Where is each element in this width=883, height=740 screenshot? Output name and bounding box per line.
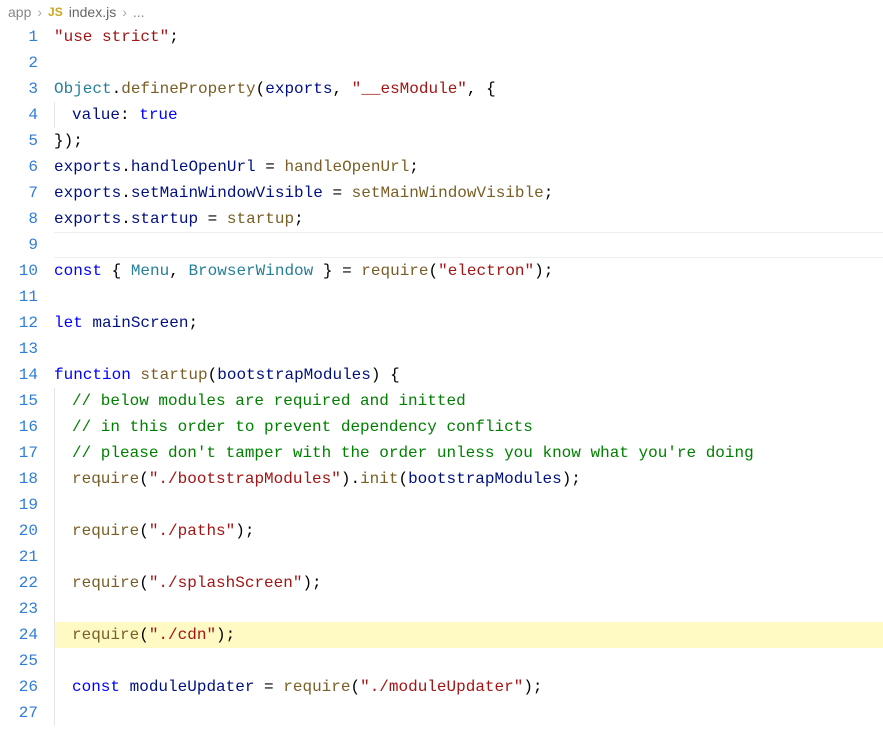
line-number[interactable]: 13 (0, 336, 38, 362)
chevron-right-icon: › (37, 4, 42, 20)
code-line (54, 50, 883, 76)
code-line: const { Menu, BrowserWindow } = require(… (54, 258, 883, 284)
code-line: Object.defineProperty(exports, "__esModu… (54, 76, 883, 102)
code-editor[interactable]: 1234567891011121314151617181920212223242… (0, 24, 883, 726)
line-number[interactable]: 1 (0, 24, 38, 50)
hint-dots-icon: ... (90, 468, 111, 494)
code-line (54, 700, 883, 726)
code-line (54, 596, 883, 622)
breadcrumb[interactable]: app › JS index.js › ... (0, 0, 883, 24)
code-line: }); (54, 128, 883, 154)
code-line: require("./paths"); (54, 518, 883, 544)
code-line (54, 284, 883, 310)
breadcrumb-folder[interactable]: app (8, 4, 31, 20)
line-number[interactable]: 20 (0, 518, 38, 544)
line-number[interactable]: 17 (0, 440, 38, 466)
chevron-right-icon: › (122, 4, 127, 20)
line-number[interactable]: 12 (0, 310, 38, 336)
code-area[interactable]: "use strict"; Object.defineProperty(expo… (54, 24, 883, 726)
line-number[interactable]: 9 (0, 232, 38, 258)
js-file-icon: JS (48, 5, 63, 19)
line-number[interactable]: 19 (0, 492, 38, 518)
line-number[interactable]: 23 (0, 596, 38, 622)
line-number[interactable]: 25 (0, 648, 38, 674)
line-number[interactable]: 15 (0, 388, 38, 414)
line-number[interactable]: 24 (0, 622, 38, 648)
code-line (54, 544, 883, 570)
code-line: const moduleUpdater = require("./moduleU… (54, 674, 883, 700)
line-number[interactable]: 10 (0, 258, 38, 284)
code-line: let mainScreen; (54, 310, 883, 336)
code-line: // please don't tamper with the order un… (54, 440, 883, 466)
code-line: exports.startup = startup; (54, 206, 883, 232)
line-number[interactable]: 16 (0, 414, 38, 440)
code-line-highlighted: require("./cdn"); (54, 622, 883, 648)
code-line (54, 336, 883, 362)
line-number[interactable]: 6 (0, 154, 38, 180)
code-line (54, 492, 883, 518)
code-line: require("./splashScreen"); (54, 570, 883, 596)
line-number[interactable]: 5 (0, 128, 38, 154)
code-line (54, 232, 883, 258)
code-line: // below modules are required and initte… (54, 388, 883, 414)
line-number[interactable]: 8 (0, 206, 38, 232)
code-line: // in this order to prevent dependency c… (54, 414, 883, 440)
line-number[interactable]: 7 (0, 180, 38, 206)
code-line: exports.setMainWindowVisible = setMainWi… (54, 180, 883, 206)
line-number[interactable]: 22 (0, 570, 38, 596)
code-line: require("./bootstrapModules").init(boots… (54, 466, 883, 492)
code-line: function startup(bootstrapModules) { (54, 362, 883, 388)
breadcrumb-tail[interactable]: ... (133, 4, 145, 20)
code-line (54, 648, 883, 674)
line-number[interactable]: 14 (0, 362, 38, 388)
code-line: value: true (54, 102, 883, 128)
breadcrumb-file[interactable]: index.js (69, 4, 116, 20)
line-number[interactable]: 26 (0, 674, 38, 700)
code-line: exports.handleOpenUrl = handleOpenUrl; (54, 154, 883, 180)
line-number[interactable]: 18 (0, 466, 38, 492)
line-number-gutter[interactable]: 1234567891011121314151617181920212223242… (0, 24, 54, 726)
code-line: "use strict"; (54, 24, 883, 50)
line-number[interactable]: 4 (0, 102, 38, 128)
line-number[interactable]: 11 (0, 284, 38, 310)
line-number[interactable]: 27 (0, 700, 38, 726)
line-number[interactable]: 3 (0, 76, 38, 102)
line-number[interactable]: 2 (0, 50, 38, 76)
line-number[interactable]: 21 (0, 544, 38, 570)
